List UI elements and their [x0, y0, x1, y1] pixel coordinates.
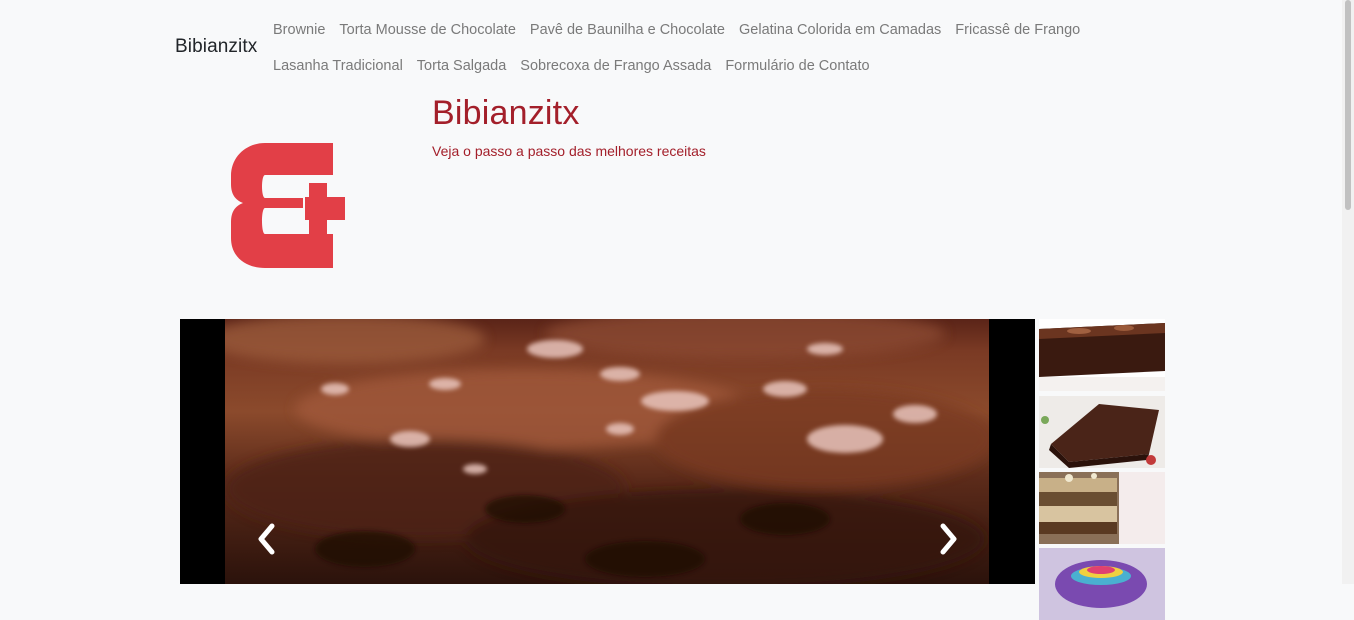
nav-link-lasanha[interactable]: Lasanha Tradicional	[266, 56, 410, 76]
chevron-left-icon	[258, 523, 275, 555]
nav-menu-row-1: Brownie Torta Mousse de Chocolate Pavê d…	[266, 20, 1087, 40]
nav-link-brownie[interactable]: Brownie	[266, 20, 332, 40]
nav-menu-row-2: Lasanha Tradicional Torta Salgada Sobrec…	[266, 56, 877, 76]
page-scrollbar[interactable]	[1342, 0, 1354, 584]
thumbnail-pave-de-baunilha-e-chocolate[interactable]	[1039, 472, 1165, 544]
navbar: Bibianzitx Brownie Torta Mousse de Choco…	[0, 0, 1354, 90]
navbar-brand[interactable]: Bibianzitx	[175, 36, 257, 58]
thumbnail-torta-mousse-de-chocolate[interactable]	[1039, 396, 1165, 468]
nav-link-gelatina[interactable]: Gelatina Colorida em Camadas	[732, 20, 948, 40]
nav-link-torta-salgada[interactable]: Torta Salgada	[410, 56, 513, 76]
site-logo	[231, 143, 345, 268]
nav-link-fricasse[interactable]: Fricassê de Frango	[948, 20, 1087, 40]
carousel-prev-button[interactable]	[246, 519, 286, 559]
nav-link-contato[interactable]: Formulário de Contato	[718, 56, 876, 76]
brownie-slide-image	[225, 319, 989, 584]
nav-link-torta-mousse[interactable]: Torta Mousse de Chocolate	[332, 20, 523, 40]
thumbnail-gelatina-colorida-em-camadas[interactable]	[1039, 548, 1165, 620]
recipe-carousel	[180, 319, 1035, 584]
thumbnail-brownie[interactable]	[1039, 319, 1165, 391]
scrollbar-thumb[interactable]	[1345, 0, 1351, 210]
nav-link-pave[interactable]: Pavê de Baunilha e Chocolate	[523, 20, 732, 40]
site-tagline: Veja o passo a passo das melhores receit…	[432, 143, 706, 159]
carousel-next-button[interactable]	[929, 519, 969, 559]
site-title: Bibianzitx	[432, 94, 580, 132]
chevron-right-icon	[940, 523, 957, 555]
nav-link-sobrecoxa[interactable]: Sobrecoxa de Frango Assada	[513, 56, 718, 76]
